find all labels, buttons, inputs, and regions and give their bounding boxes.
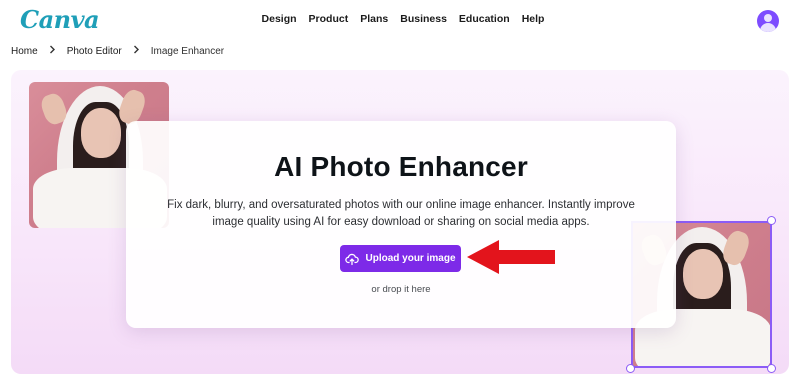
- avatar-head-shape: [764, 14, 772, 22]
- nav-item-help[interactable]: Help: [516, 13, 551, 25]
- nav-item-product[interactable]: Product: [303, 13, 355, 25]
- nav-item-business[interactable]: Business: [394, 13, 453, 25]
- photo-face-shape: [683, 249, 723, 299]
- breadcrumb-home[interactable]: Home: [11, 46, 38, 57]
- drop-hint: or drop it here: [371, 284, 431, 295]
- resize-handle-top-right[interactable]: [767, 216, 776, 225]
- photo-face-shape: [81, 108, 121, 158]
- breadcrumb-photo-editor[interactable]: Photo Editor: [67, 46, 122, 57]
- upload-image-button[interactable]: Upload your image: [340, 245, 461, 272]
- resize-handle-bottom-right[interactable]: [767, 364, 776, 373]
- nav-item-plans[interactable]: Plans: [354, 13, 394, 25]
- avatar-body-shape: [760, 23, 776, 32]
- nav-item-design[interactable]: Design: [256, 13, 303, 25]
- main-nav: Design Product Plans Business Education …: [0, 13, 800, 25]
- hero-description: Fix dark, blurry, and oversaturated phot…: [167, 199, 635, 228]
- top-navigation-bar: Canva Design Product Plans Business Educ…: [0, 0, 800, 42]
- chevron-right-icon: [49, 45, 56, 57]
- chevron-right-icon: [133, 45, 140, 57]
- red-arrow-icon: [467, 240, 555, 274]
- breadcrumb-image-enhancer: Image Enhancer: [150, 45, 225, 57]
- enhancer-card: AI Photo Enhancer Fix dark, blurry, and …: [126, 121, 676, 328]
- user-avatar-icon[interactable]: [757, 10, 779, 32]
- upload-image-label: Upload your image: [365, 253, 456, 264]
- breadcrumb: Home Photo Editor Image Enhancer: [11, 45, 224, 57]
- page-title: AI Photo Enhancer: [274, 151, 528, 182]
- nav-item-education[interactable]: Education: [453, 13, 516, 25]
- cloud-upload-icon: [345, 252, 360, 266]
- resize-handle-bottom-left[interactable]: [626, 364, 635, 373]
